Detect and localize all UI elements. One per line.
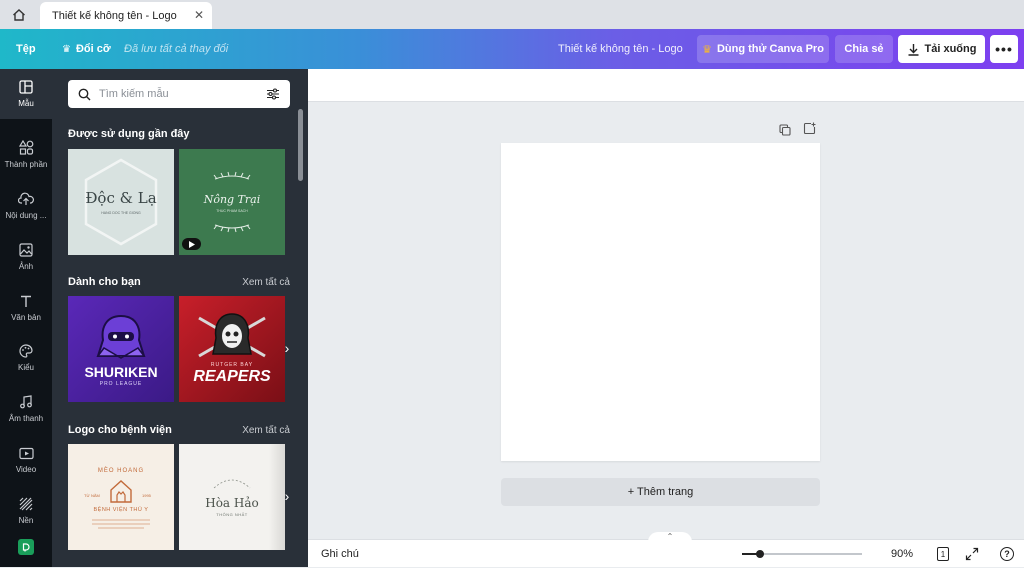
home-icon[interactable] [8,5,30,25]
upload-icon [18,192,34,205]
template-thumb[interactable]: Độc & Lạ HANG DOC THE GIONG [68,149,174,255]
thumb-subtitle: THÔNG NHẤT [216,512,248,517]
section-title: Dành cho bạn [68,276,141,288]
rail-item-text[interactable]: Văn bản [0,283,52,333]
template-thumb[interactable]: RUTGER BAY REAPERS [179,296,285,402]
palette-icon [19,344,33,358]
background-icon [19,497,33,511]
rail-item-video[interactable]: Video [0,435,52,485]
chevron-right-icon[interactable]: › [278,484,296,508]
download-button[interactable]: Tải xuống [898,35,985,63]
rail-item-styles[interactable]: Kiểu [0,333,52,383]
browser-tab[interactable]: Thiết kế không tên - Logo ✕ [40,2,212,29]
rail-label: Âm thanh [8,414,44,423]
rail-label: Video [15,464,37,474]
add-page-icon[interactable] [803,122,816,140]
text-icon [21,295,31,307]
help-glyph: ? [1004,549,1010,559]
section-title: Logo cho bệnh viện [68,424,172,436]
download-icon [908,43,919,56]
duplicate-page-icon[interactable] [779,123,791,141]
template-thumb[interactable]: Nông Trại THUC PHAM SACH [179,149,285,255]
thumb-title: Nông Trại [203,193,261,206]
notes-button[interactable]: Ghi chú [321,540,359,568]
template-search-input[interactable]: Tìm kiếm mẫu [68,80,290,108]
page-count-icon[interactable]: 1 [937,547,949,561]
page-count: 1 [940,549,946,559]
rail-label: Ảnh [18,262,34,271]
chevron-up-icon[interactable]: ⌃ [648,532,692,542]
help-icon[interactable]: ? [1000,547,1014,561]
bottom-bar: ⌃ Ghi chú 90% 1 ? [308,532,1024,568]
fullscreen-icon[interactable] [965,547,979,564]
zoom-slider-handle[interactable] [756,550,764,558]
see-all-link[interactable]: Xem tất cả [242,277,290,288]
thumb-title: BỆNH VIỆN THÚ Y [93,507,149,513]
more-options-button[interactable]: ••• [990,35,1018,63]
thumb-title: REAPERS [193,368,271,385]
template-thumb[interactable]: Hòa Hảo THÔNG NHẤT [179,444,285,550]
rail-item-elements[interactable]: Thành phần [0,129,52,179]
browser-tab-bar: Thiết kế không tên - Logo ✕ [0,0,1024,29]
rail-label: Nội dung ... [5,211,47,220]
thumb-subtitle: HANG DOC THE GIONG [101,211,141,215]
elements-icon [18,139,33,155]
rail-label: Thành phần [4,159,48,169]
templates-panel: Tìm kiếm mẫu Được sử dụng gần đây Độc & … [52,69,308,567]
see-all-link[interactable]: Xem tất cả [242,425,290,436]
document-title[interactable]: Thiết kế không tên - Logo [558,29,683,69]
template-thumb[interactable]: MÈO HOANG TỪ NĂM 1995 BỆNH VIỆN THÚ Y [68,444,174,550]
reaper-mascot-icon [198,313,266,358]
thumb-subtitle: PRO LEAGUE [99,381,143,387]
template-icon [19,80,33,94]
resize-button[interactable]: ♛ Đổi cỡ [62,29,111,69]
template-thumb[interactable]: SHURIKEN PRO LEAGUE [68,296,174,402]
rail-item-photos[interactable]: Ảnh [0,232,52,282]
photo-icon [19,243,33,257]
thumb-title: SHURIKEN [84,364,158,380]
thumb-subtitle: THUC PHAM SACH [216,209,248,213]
download-label: Tải xuống [924,43,977,55]
section-title: Được sử dụng gần đây [68,128,190,140]
context-toolbar [308,69,1024,102]
rail-item-uploads[interactable]: Nội dung ... [0,181,52,231]
rail-item-background[interactable]: Nền [0,486,52,536]
music-icon [20,395,32,409]
app-logo-icon[interactable] [18,539,34,555]
play-icon [188,240,195,248]
rail-item-templates[interactable]: Mẫu [0,69,52,119]
video-badge [182,238,201,250]
side-navigation: Mẫu Thành phần Nội dung ... Ảnh Văn bản … [0,69,52,567]
share-button[interactable]: Chia sẻ [835,35,893,63]
editor-toolbar: Tệp ♛ Đổi cỡ Đã lưu tất cả thay đổi Thiế… [0,29,1024,69]
file-menu-button[interactable]: Tệp [16,29,36,69]
video-icon [18,447,34,459]
design-page[interactable] [501,143,820,461]
try-pro-label: Dùng thử Canva Pro [716,43,824,55]
chevron-right-icon[interactable]: › [278,336,296,360]
search-placeholder: Tìm kiếm mẫu [99,88,169,100]
crown-icon: ♛ [62,43,71,55]
zoom-value[interactable]: 90% [891,540,913,568]
search-icon [78,88,91,100]
panel-scrollbar[interactable] [298,109,303,181]
try-pro-button[interactable]: ♛ Dùng thử Canva Pro [697,35,829,63]
rail-label: Nền [18,516,34,525]
rail-label: Mẫu [18,99,34,108]
close-icon[interactable]: ✕ [194,8,204,22]
add-page-button[interactable]: + Thêm trang [501,478,820,506]
crown-icon: ♛ [702,43,712,56]
rail-label: Văn bản [11,313,41,322]
rail-item-audio[interactable]: Âm thanh [0,384,52,434]
saved-status: Đã lưu tất cả thay đổi [124,43,229,55]
cat-house-icon [92,480,150,529]
filter-icon[interactable] [266,88,280,100]
resize-label: Đổi cỡ [75,43,111,55]
rail-label: Kiểu [17,363,34,372]
thumb-title: Độc & Lạ [85,189,157,207]
thumb-title: Hòa Hảo [205,496,259,510]
browser-tab-title: Thiết kế không tên - Logo [52,9,177,22]
